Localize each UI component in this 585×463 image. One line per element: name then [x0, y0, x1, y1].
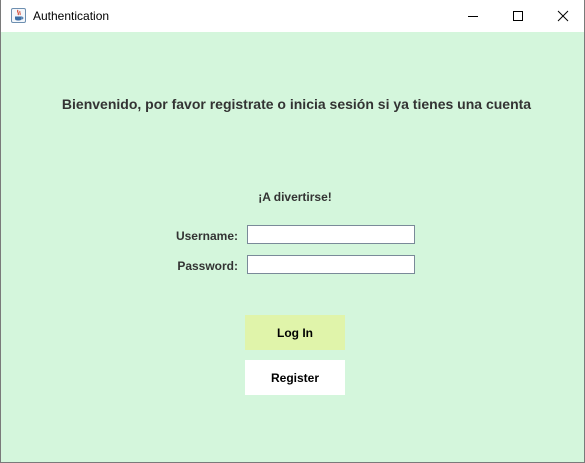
minimize-button[interactable] — [450, 0, 495, 32]
maximize-icon — [512, 11, 523, 21]
title-bar[interactable]: Authentication — [1, 0, 584, 32]
password-input[interactable] — [247, 255, 415, 274]
tagline: ¡A divertirse! — [258, 190, 332, 204]
minimize-icon — [467, 16, 478, 17]
java-cup-icon[interactable] — [11, 8, 26, 23]
login-button[interactable]: Log In — [245, 315, 345, 350]
register-button[interactable]: Register — [245, 360, 345, 395]
welcome-message: Bienvenido, por favor registrate o inici… — [61, 96, 532, 112]
maximize-button[interactable] — [495, 0, 540, 32]
authentication-window: Authentication Bienvenido, por favor reg… — [0, 0, 585, 463]
window-title: Authentication — [33, 9, 110, 23]
username-label: Username: — [175, 229, 238, 243]
username-input[interactable] — [247, 225, 415, 244]
content-panel: Bienvenido, por favor registrate o inici… — [1, 32, 584, 462]
close-icon — [557, 10, 568, 22]
close-button[interactable] — [540, 0, 584, 32]
password-label: Password: — [177, 259, 238, 273]
